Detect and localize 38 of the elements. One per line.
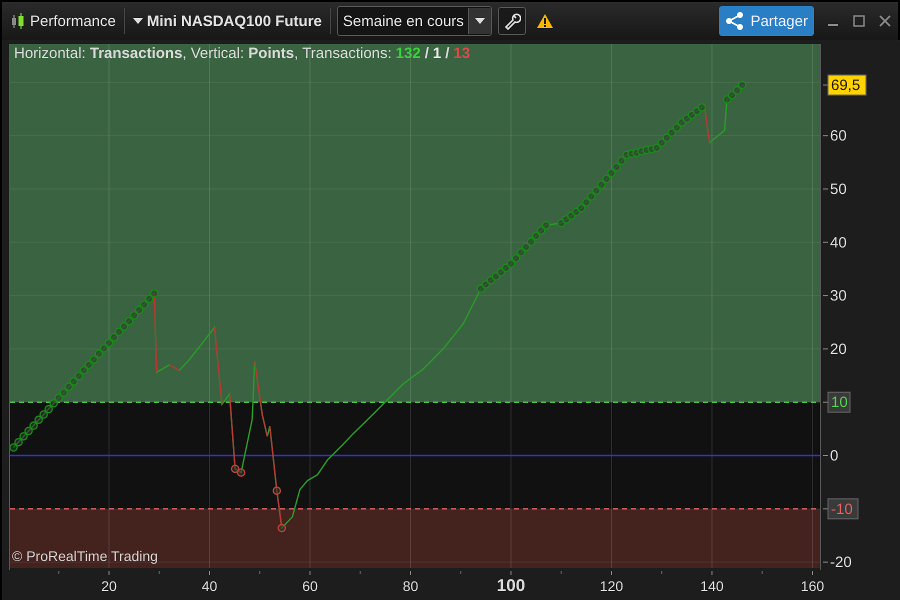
ref-line-label: 10 (831, 394, 848, 412)
trade-count: 13 (453, 45, 470, 62)
axis-label: 60 (302, 578, 318, 594)
axis-label: 40 (830, 234, 847, 252)
level-badge: 10 (828, 392, 850, 413)
share-button[interactable]: Partager (719, 6, 814, 36)
axis-label: 30 (830, 288, 847, 305)
maximize-icon[interactable] (852, 14, 866, 28)
axis-label: 160 (800, 578, 824, 594)
period-dropdown[interactable]: Semaine en cours (336, 6, 492, 36)
instrument-button[interactable]: Mini NASDAQ100 Future (130, 10, 324, 32)
chart-summary: Horizontal: Transactions, Vertical: Points, Transactions: (14, 45, 392, 62)
ref-line-label: -10 (831, 500, 853, 518)
level-badge: -10 (828, 498, 858, 520)
last-value-badge: 69,5 (828, 74, 866, 96)
candlestick-icon (10, 12, 26, 30)
share-icon (725, 11, 746, 31)
axis-label: 100 (496, 576, 526, 595)
trade-count: 1 (432, 45, 442, 62)
axis-label: 20 (101, 578, 117, 594)
axis-label: 40 (202, 578, 218, 594)
axis-label: 60 (830, 128, 847, 145)
axis-label: 20 (830, 340, 847, 358)
axis-label: 0 (830, 448, 838, 465)
caret-icon (132, 18, 143, 24)
close-icon[interactable] (878, 14, 892, 28)
separator-text: / (445, 45, 450, 62)
axis-label: 140 (700, 578, 724, 594)
axis-label: 50 (830, 181, 847, 198)
separator-text: / (424, 45, 429, 62)
view-button[interactable]: Performance (8, 10, 118, 32)
axis-label: 80 (402, 578, 418, 594)
wrench-icon[interactable] (498, 7, 526, 35)
caret-icon (468, 8, 491, 34)
trade-count: 132 (396, 45, 421, 62)
axis-label: -20 (830, 554, 852, 572)
watermark-text: © ProRealTime Trading (12, 548, 158, 564)
axis-label: 120 (600, 578, 624, 594)
